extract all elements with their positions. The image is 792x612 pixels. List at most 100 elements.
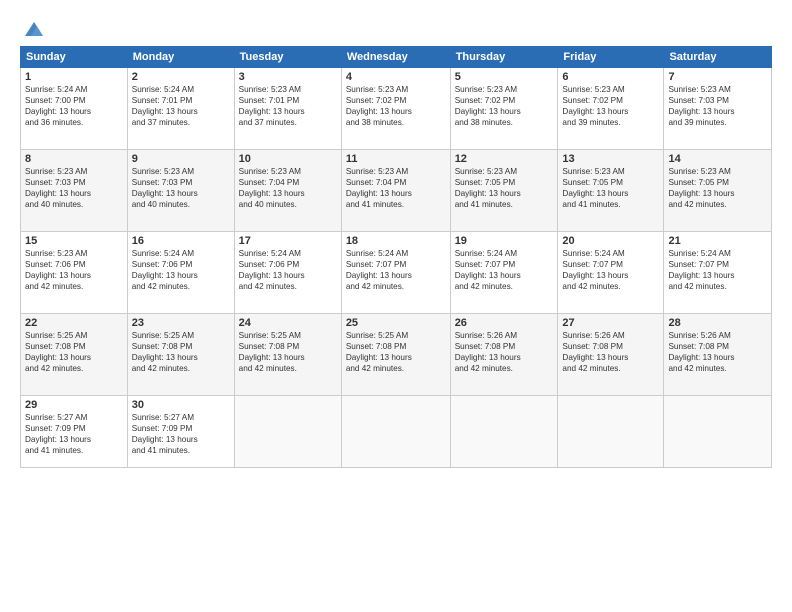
calendar-header-saturday: Saturday xyxy=(664,47,772,68)
day-info: Sunrise: 5:23 AM Sunset: 7:04 PM Dayligh… xyxy=(346,166,446,210)
calendar-cell: 21Sunrise: 5:24 AM Sunset: 7:07 PM Dayli… xyxy=(664,232,772,314)
calendar-cell: 29Sunrise: 5:27 AM Sunset: 7:09 PM Dayli… xyxy=(21,396,128,468)
day-info: Sunrise: 5:23 AM Sunset: 7:05 PM Dayligh… xyxy=(455,166,554,210)
calendar-header-row: SundayMondayTuesdayWednesdayThursdayFrid… xyxy=(21,47,772,68)
day-info: Sunrise: 5:24 AM Sunset: 7:07 PM Dayligh… xyxy=(346,248,446,292)
day-info: Sunrise: 5:23 AM Sunset: 7:02 PM Dayligh… xyxy=(455,84,554,128)
logo xyxy=(20,18,45,40)
day-info: Sunrise: 5:24 AM Sunset: 7:06 PM Dayligh… xyxy=(239,248,337,292)
calendar-cell: 6Sunrise: 5:23 AM Sunset: 7:02 PM Daylig… xyxy=(558,68,664,150)
calendar-week-row-2: 15Sunrise: 5:23 AM Sunset: 7:06 PM Dayli… xyxy=(21,232,772,314)
day-number: 11 xyxy=(346,153,446,165)
day-info: Sunrise: 5:24 AM Sunset: 7:06 PM Dayligh… xyxy=(132,248,230,292)
calendar-cell: 10Sunrise: 5:23 AM Sunset: 7:04 PM Dayli… xyxy=(234,150,341,232)
calendar-header-thursday: Thursday xyxy=(450,47,558,68)
day-number: 16 xyxy=(132,235,230,247)
day-number: 26 xyxy=(455,317,554,329)
calendar-cell: 7Sunrise: 5:23 AM Sunset: 7:03 PM Daylig… xyxy=(664,68,772,150)
calendar-cell xyxy=(341,396,450,468)
day-info: Sunrise: 5:23 AM Sunset: 7:05 PM Dayligh… xyxy=(562,166,659,210)
calendar-cell: 13Sunrise: 5:23 AM Sunset: 7:05 PM Dayli… xyxy=(558,150,664,232)
day-number: 17 xyxy=(239,235,337,247)
day-number: 18 xyxy=(346,235,446,247)
day-number: 30 xyxy=(132,399,230,411)
day-info: Sunrise: 5:25 AM Sunset: 7:08 PM Dayligh… xyxy=(346,330,446,374)
day-info: Sunrise: 5:27 AM Sunset: 7:09 PM Dayligh… xyxy=(25,412,123,456)
calendar-cell: 9Sunrise: 5:23 AM Sunset: 7:03 PM Daylig… xyxy=(127,150,234,232)
calendar-cell xyxy=(234,396,341,468)
day-number: 22 xyxy=(25,317,123,329)
day-number: 20 xyxy=(562,235,659,247)
calendar-cell: 3Sunrise: 5:23 AM Sunset: 7:01 PM Daylig… xyxy=(234,68,341,150)
day-info: Sunrise: 5:23 AM Sunset: 7:02 PM Dayligh… xyxy=(346,84,446,128)
day-number: 27 xyxy=(562,317,659,329)
day-info: Sunrise: 5:23 AM Sunset: 7:04 PM Dayligh… xyxy=(239,166,337,210)
calendar-cell: 8Sunrise: 5:23 AM Sunset: 7:03 PM Daylig… xyxy=(21,150,128,232)
calendar-header-tuesday: Tuesday xyxy=(234,47,341,68)
calendar-cell xyxy=(450,396,558,468)
day-number: 8 xyxy=(25,153,123,165)
day-number: 19 xyxy=(455,235,554,247)
logo-icon xyxy=(23,18,45,40)
day-info: Sunrise: 5:26 AM Sunset: 7:08 PM Dayligh… xyxy=(668,330,767,374)
day-info: Sunrise: 5:23 AM Sunset: 7:03 PM Dayligh… xyxy=(25,166,123,210)
day-info: Sunrise: 5:23 AM Sunset: 7:03 PM Dayligh… xyxy=(668,84,767,128)
day-info: Sunrise: 5:27 AM Sunset: 7:09 PM Dayligh… xyxy=(132,412,230,456)
calendar-cell: 23Sunrise: 5:25 AM Sunset: 7:08 PM Dayli… xyxy=(127,314,234,396)
day-info: Sunrise: 5:26 AM Sunset: 7:08 PM Dayligh… xyxy=(562,330,659,374)
day-number: 12 xyxy=(455,153,554,165)
day-info: Sunrise: 5:25 AM Sunset: 7:08 PM Dayligh… xyxy=(132,330,230,374)
day-number: 7 xyxy=(668,71,767,83)
calendar-cell: 26Sunrise: 5:26 AM Sunset: 7:08 PM Dayli… xyxy=(450,314,558,396)
day-info: Sunrise: 5:23 AM Sunset: 7:05 PM Dayligh… xyxy=(668,166,767,210)
calendar-cell: 17Sunrise: 5:24 AM Sunset: 7:06 PM Dayli… xyxy=(234,232,341,314)
calendar-header-wednesday: Wednesday xyxy=(341,47,450,68)
calendar-cell: 15Sunrise: 5:23 AM Sunset: 7:06 PM Dayli… xyxy=(21,232,128,314)
day-number: 25 xyxy=(346,317,446,329)
day-number: 6 xyxy=(562,71,659,83)
day-number: 10 xyxy=(239,153,337,165)
day-number: 14 xyxy=(668,153,767,165)
calendar-cell: 1Sunrise: 5:24 AM Sunset: 7:00 PM Daylig… xyxy=(21,68,128,150)
day-number: 2 xyxy=(132,71,230,83)
day-info: Sunrise: 5:23 AM Sunset: 7:02 PM Dayligh… xyxy=(562,84,659,128)
day-info: Sunrise: 5:24 AM Sunset: 7:07 PM Dayligh… xyxy=(562,248,659,292)
day-info: Sunrise: 5:24 AM Sunset: 7:01 PM Dayligh… xyxy=(132,84,230,128)
calendar-cell: 28Sunrise: 5:26 AM Sunset: 7:08 PM Dayli… xyxy=(664,314,772,396)
calendar-header-monday: Monday xyxy=(127,47,234,68)
day-info: Sunrise: 5:24 AM Sunset: 7:00 PM Dayligh… xyxy=(25,84,123,128)
day-number: 28 xyxy=(668,317,767,329)
day-info: Sunrise: 5:25 AM Sunset: 7:08 PM Dayligh… xyxy=(239,330,337,374)
day-number: 21 xyxy=(668,235,767,247)
calendar-table: SundayMondayTuesdayWednesdayThursdayFrid… xyxy=(20,46,772,468)
calendar-cell: 22Sunrise: 5:25 AM Sunset: 7:08 PM Dayli… xyxy=(21,314,128,396)
calendar-cell: 19Sunrise: 5:24 AM Sunset: 7:07 PM Dayli… xyxy=(450,232,558,314)
day-info: Sunrise: 5:23 AM Sunset: 7:01 PM Dayligh… xyxy=(239,84,337,128)
day-number: 13 xyxy=(562,153,659,165)
day-number: 3 xyxy=(239,71,337,83)
calendar-cell: 14Sunrise: 5:23 AM Sunset: 7:05 PM Dayli… xyxy=(664,150,772,232)
calendar-cell: 30Sunrise: 5:27 AM Sunset: 7:09 PM Dayli… xyxy=(127,396,234,468)
calendar-cell xyxy=(558,396,664,468)
day-info: Sunrise: 5:23 AM Sunset: 7:06 PM Dayligh… xyxy=(25,248,123,292)
calendar-cell: 2Sunrise: 5:24 AM Sunset: 7:01 PM Daylig… xyxy=(127,68,234,150)
day-number: 9 xyxy=(132,153,230,165)
day-info: Sunrise: 5:23 AM Sunset: 7:03 PM Dayligh… xyxy=(132,166,230,210)
day-number: 24 xyxy=(239,317,337,329)
calendar-cell: 5Sunrise: 5:23 AM Sunset: 7:02 PM Daylig… xyxy=(450,68,558,150)
calendar-week-row-4: 29Sunrise: 5:27 AM Sunset: 7:09 PM Dayli… xyxy=(21,396,772,468)
calendar-header-sunday: Sunday xyxy=(21,47,128,68)
day-number: 15 xyxy=(25,235,123,247)
calendar-cell: 27Sunrise: 5:26 AM Sunset: 7:08 PM Dayli… xyxy=(558,314,664,396)
page-header xyxy=(20,18,772,40)
calendar-cell: 4Sunrise: 5:23 AM Sunset: 7:02 PM Daylig… xyxy=(341,68,450,150)
calendar-week-row-3: 22Sunrise: 5:25 AM Sunset: 7:08 PM Dayli… xyxy=(21,314,772,396)
day-info: Sunrise: 5:25 AM Sunset: 7:08 PM Dayligh… xyxy=(25,330,123,374)
calendar-cell: 24Sunrise: 5:25 AM Sunset: 7:08 PM Dayli… xyxy=(234,314,341,396)
calendar-cell: 12Sunrise: 5:23 AM Sunset: 7:05 PM Dayli… xyxy=(450,150,558,232)
day-number: 5 xyxy=(455,71,554,83)
day-info: Sunrise: 5:26 AM Sunset: 7:08 PM Dayligh… xyxy=(455,330,554,374)
calendar-cell: 16Sunrise: 5:24 AM Sunset: 7:06 PM Dayli… xyxy=(127,232,234,314)
day-number: 1 xyxy=(25,71,123,83)
day-info: Sunrise: 5:24 AM Sunset: 7:07 PM Dayligh… xyxy=(668,248,767,292)
